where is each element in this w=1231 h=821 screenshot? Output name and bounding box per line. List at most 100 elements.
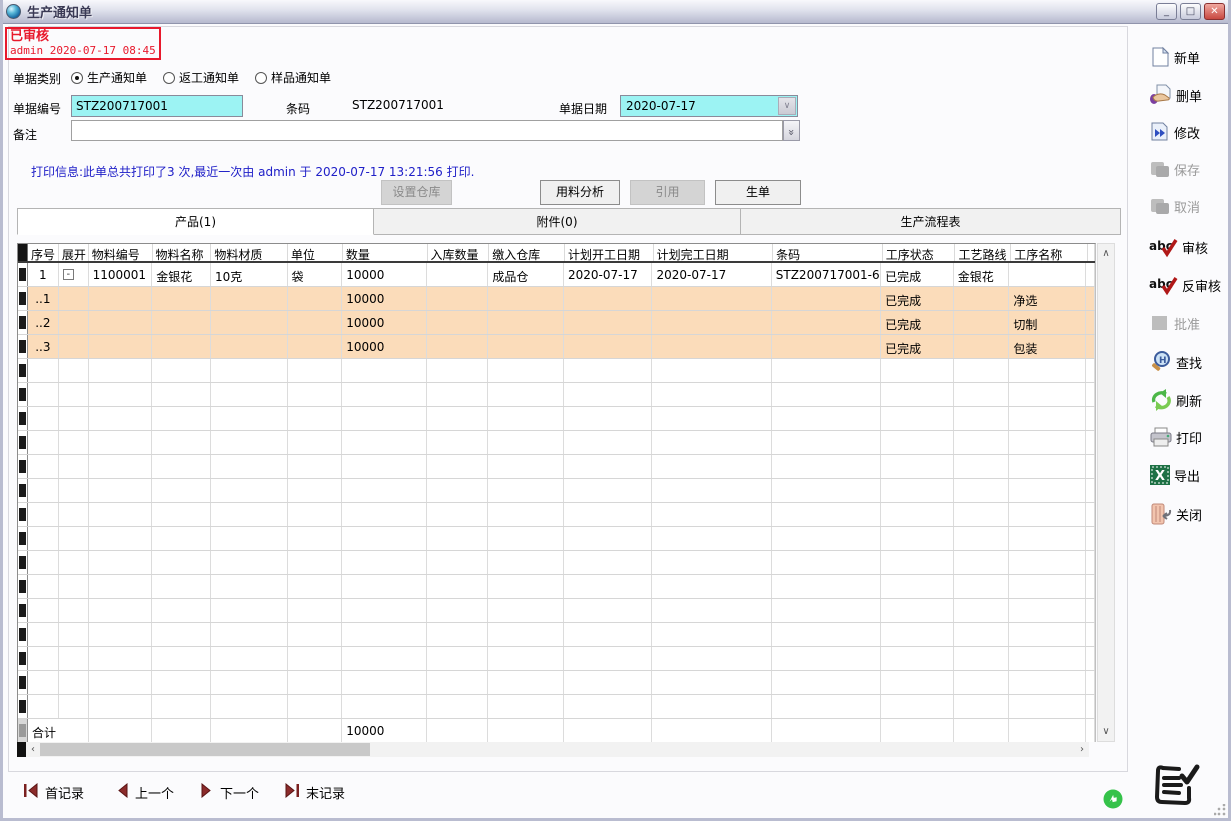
column-header-10[interactable]: 计划完工日期 [654, 244, 774, 261]
cell-5 [288, 695, 343, 718]
nav-prev-record[interactable]: 上一个 [115, 783, 174, 802]
table-row-0[interactable]: 1-1100001金银花10克袋10000成品仓2020-07-172020-0… [18, 263, 1095, 287]
cell-9 [564, 647, 653, 670]
table-row-2[interactable]: ..210000已完成切制 [18, 311, 1095, 335]
empty-row-12[interactable] [18, 647, 1095, 671]
column-header-2[interactable]: 物料编号 [89, 244, 153, 261]
sidebar-button-导出[interactable]: X导出 [1149, 464, 1200, 486]
nav-last-record[interactable]: 末记录 [284, 783, 345, 802]
remark-expand-button[interactable]: » [783, 120, 800, 141]
cell-13 [954, 311, 1010, 334]
empty-row-7[interactable] [18, 527, 1095, 551]
cell-3 [152, 575, 211, 598]
table-row-3[interactable]: ..310000已完成包装 [18, 335, 1095, 359]
tab-0[interactable]: 产品(1) [17, 208, 374, 235]
remark-label: 备注 [13, 126, 37, 143]
column-header-8[interactable]: 缴入仓库 [489, 244, 565, 261]
empty-row-3[interactable] [18, 431, 1095, 455]
empty-row-9[interactable] [18, 575, 1095, 599]
column-header-13[interactable]: 工艺路线 [955, 244, 1011, 261]
column-header-14[interactable]: 工序名称 [1011, 244, 1088, 261]
sidebar-button-修改[interactable]: 修改 [1149, 121, 1200, 143]
scroll-right-icon[interactable]: › [1075, 744, 1089, 755]
cell-15 [1086, 551, 1095, 574]
vertical-scrollbar[interactable]: ∧ ∨ [1097, 243, 1115, 742]
sidebar-button-删单[interactable]: 删单 [1149, 84, 1202, 106]
action-button-3[interactable]: 生单 [715, 180, 801, 205]
sidebar-button-查找[interactable]: H查找 [1149, 350, 1202, 374]
cell-6 [342, 575, 427, 598]
date-combo[interactable]: 2020-07-17 ∨ [620, 95, 798, 117]
empty-row-13[interactable] [18, 671, 1095, 695]
empty-row-11[interactable] [18, 623, 1095, 647]
empty-row-6[interactable] [18, 503, 1095, 527]
column-header-1[interactable]: 展开 [59, 244, 89, 261]
sidebar-button-审核[interactable]: abc审核 [1149, 236, 1208, 258]
scroll-down-icon[interactable]: ∨ [1098, 726, 1114, 737]
cell-11 [772, 695, 881, 718]
action-button-1[interactable]: 用料分析 [540, 180, 620, 205]
cell-8 [488, 335, 564, 358]
empty-row-4[interactable] [18, 455, 1095, 479]
cell-13 [954, 671, 1010, 694]
tab-2[interactable]: 生产流程表 [741, 208, 1121, 235]
column-header-4[interactable]: 物料材质 [211, 244, 288, 261]
doc-type-radio-2[interactable]: 样品通知单 [255, 69, 331, 86]
close-button[interactable]: ✕ [1204, 3, 1225, 20]
column-header-15[interactable] [1088, 244, 1095, 261]
empty-row-8[interactable] [18, 551, 1095, 575]
doc-type-radio-0[interactable]: 生产通知单 [71, 69, 147, 86]
cell-10 [652, 455, 771, 478]
chevron-down-icon[interactable]: ∨ [778, 97, 796, 115]
cell-13 [954, 431, 1010, 454]
empty-row-5[interactable] [18, 479, 1095, 503]
sidebar-button-关闭[interactable]: 关闭 [1149, 502, 1202, 526]
horizontal-scroll-thumb[interactable] [40, 743, 370, 756]
column-header-11[interactable]: 条码 [773, 244, 883, 261]
column-header-6[interactable]: 数量 [343, 244, 428, 261]
resize-grip[interactable] [1214, 804, 1226, 816]
scroll-left-icon[interactable]: ‹ [26, 744, 40, 755]
horizontal-scrollbar[interactable]: ‹ › [17, 742, 1089, 757]
cell-6 [342, 455, 427, 478]
sidebar-button-label: 查找 [1176, 353, 1202, 372]
empty-row-0[interactable] [18, 359, 1095, 383]
table-row-1[interactable]: ..110000已完成净选 [18, 287, 1095, 311]
sidebar-button-刷新[interactable]: 刷新 [1149, 388, 1202, 412]
row-indicator [18, 503, 28, 526]
sidebar-button-打印[interactable]: 打印 [1149, 426, 1202, 448]
collapse-toggle-icon[interactable]: - [63, 269, 74, 280]
cell-14 [1009, 695, 1086, 718]
remark-input[interactable] [71, 120, 783, 141]
sidebar-button-新单[interactable]: 新单 [1149, 46, 1200, 68]
column-header-12[interactable]: 工序状态 [883, 244, 956, 261]
column-header-0[interactable]: 序号 [28, 244, 59, 261]
cell-7 [427, 359, 489, 382]
column-header-7[interactable]: 入库数量 [428, 244, 490, 261]
product-grid[interactable]: 序号展开物料编号物料名称物料材质单位数量入库数量缴入仓库计划开工日期计划完工日期… [17, 243, 1096, 742]
scroll-up-icon[interactable]: ∧ [1098, 248, 1114, 259]
cell-0 [28, 599, 59, 622]
cell-11 [772, 647, 881, 670]
doc-type-radio-1[interactable]: 返工通知单 [163, 69, 239, 86]
delete-doc-icon [1149, 84, 1173, 106]
tab-1[interactable]: 附件(0) [374, 208, 741, 235]
empty-row-10[interactable] [18, 599, 1095, 623]
nav-next-record[interactable]: 下一个 [200, 783, 259, 802]
sidebar-button-反审核[interactable]: abc反审核 [1149, 274, 1221, 296]
empty-row-14[interactable] [18, 695, 1095, 719]
cell-4 [211, 455, 288, 478]
cell-7 [427, 575, 489, 598]
maximize-button[interactable]: □ [1180, 3, 1201, 20]
column-header-9[interactable]: 计划开工日期 [565, 244, 654, 261]
empty-row-2[interactable] [18, 407, 1095, 431]
empty-row-1[interactable] [18, 383, 1095, 407]
cell-6: 10000 [342, 335, 427, 358]
nav-first-record[interactable]: 首记录 [23, 783, 84, 802]
cell-14: 切制 [1009, 311, 1086, 334]
minimize-button[interactable]: _ [1156, 3, 1177, 20]
column-header-3[interactable]: 物料名称 [153, 244, 212, 261]
doc-no-input[interactable]: STZ200717001 [71, 95, 243, 117]
column-header-5[interactable]: 单位 [288, 244, 343, 261]
cell-12 [881, 575, 954, 598]
